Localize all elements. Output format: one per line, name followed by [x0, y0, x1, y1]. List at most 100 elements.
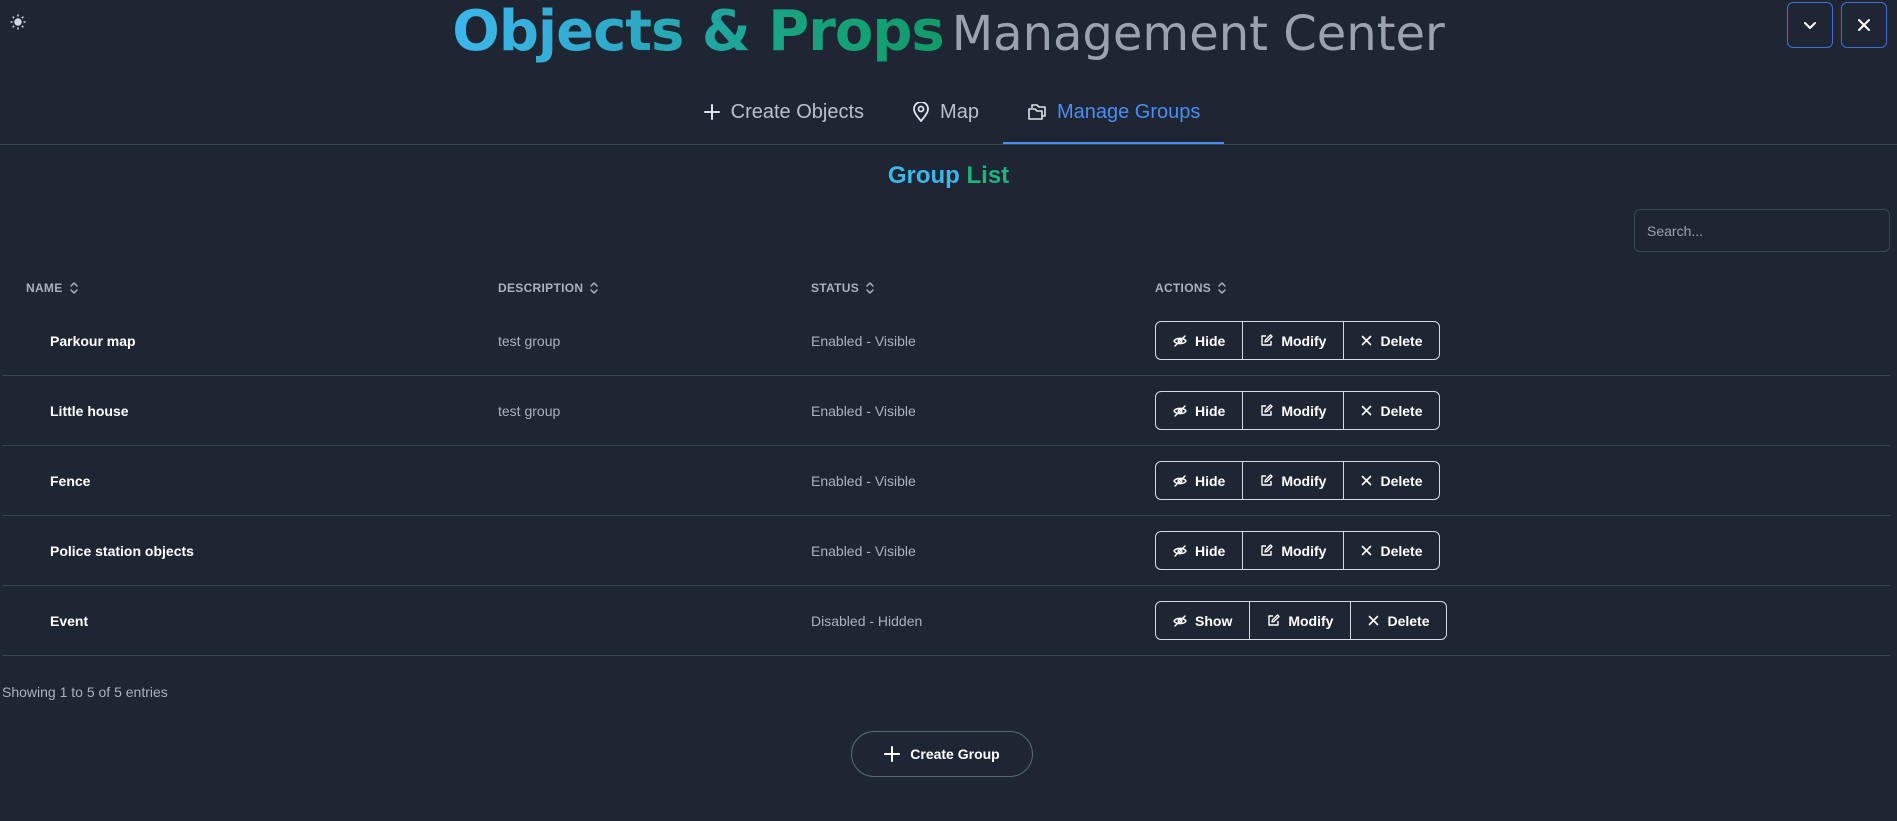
- tabs-divider: [0, 144, 1897, 145]
- search-input[interactable]: [1634, 209, 1890, 252]
- close-icon: [1855, 16, 1873, 34]
- delete-label: Delete: [1380, 542, 1423, 559]
- create-group-button[interactable]: Create Group: [851, 731, 1033, 777]
- eye-off-icon: [1173, 614, 1187, 627]
- sort-icon: [69, 281, 79, 295]
- row-actions: Hide Modify Delete: [1155, 531, 1890, 570]
- edit-icon: [1260, 334, 1274, 347]
- sort-icon: [589, 281, 599, 295]
- delete-button[interactable]: Delete: [1344, 392, 1439, 429]
- close-icon: [1361, 475, 1372, 486]
- row-actions: Hide Modify Delete: [1155, 391, 1890, 430]
- group-status: Enabled - Visible: [811, 542, 916, 559]
- title-main: Objects & Props: [452, 0, 945, 64]
- toggle-visibility-button[interactable]: Show: [1156, 602, 1251, 639]
- modify-label: Modify: [1281, 472, 1327, 489]
- table-row: Police station objects Enabled - Visible H…: [2, 516, 1890, 586]
- group-name: Fence: [50, 472, 91, 489]
- group-name: Parkour map: [50, 332, 136, 349]
- group-status: Disabled - Hidden: [811, 612, 923, 629]
- header-name-label: NAME: [26, 281, 63, 295]
- group-status: Enabled - Visible: [811, 472, 916, 489]
- close-button[interactable]: [1841, 2, 1887, 48]
- tab-map[interactable]: Map: [888, 80, 1003, 144]
- delete-button[interactable]: Delete: [1344, 532, 1439, 569]
- modify-button[interactable]: Modify: [1250, 602, 1352, 639]
- header-actions-label: ACTIONS: [1155, 281, 1212, 295]
- toggle-visibility-button[interactable]: Hide: [1156, 532, 1244, 569]
- tab-manage-groups[interactable]: Manage Groups: [1002, 80, 1225, 144]
- delete-label: Delete: [1380, 332, 1423, 349]
- close-icon: [1361, 405, 1372, 416]
- toggle-label: Hide: [1195, 472, 1226, 489]
- header-description[interactable]: DESCRIPTION: [498, 281, 811, 295]
- groups-table: NAME DESCRIPTION STATUS ACTIONS Parkour …: [2, 270, 1890, 656]
- eye-off-icon: [1173, 334, 1187, 347]
- header-name[interactable]: NAME: [2, 281, 498, 295]
- delete-label: Delete: [1387, 612, 1430, 629]
- folders-icon: [1027, 103, 1047, 121]
- delete-label: Delete: [1380, 472, 1423, 489]
- toggle-visibility-button[interactable]: Hide: [1156, 322, 1244, 359]
- close-icon: [1361, 335, 1372, 346]
- modify-label: Modify: [1281, 402, 1327, 419]
- delete-button[interactable]: Delete: [1351, 602, 1446, 639]
- plus-icon: [703, 103, 721, 121]
- modify-button[interactable]: Modify: [1243, 462, 1345, 499]
- delete-button[interactable]: Delete: [1344, 322, 1439, 359]
- tab-create-objects[interactable]: Create Objects: [679, 80, 888, 144]
- edit-icon: [1260, 404, 1274, 417]
- row-actions: Hide Modify Delete: [1155, 321, 1890, 360]
- close-icon: [1361, 545, 1372, 556]
- window-controls: [1787, 2, 1887, 48]
- header-actions[interactable]: ACTIONS: [1155, 281, 1890, 295]
- section-title-b: List: [966, 162, 1010, 189]
- modify-label: Modify: [1288, 612, 1334, 629]
- eye-off-icon: [1173, 404, 1187, 417]
- toggle-visibility-button[interactable]: Hide: [1156, 392, 1244, 429]
- tab-label: Map: [940, 100, 979, 123]
- sort-icon: [865, 281, 875, 295]
- section-title: Group List: [0, 162, 1897, 190]
- edit-icon: [1267, 614, 1281, 627]
- group-name: Little house: [50, 402, 129, 419]
- delete-button[interactable]: Delete: [1344, 462, 1439, 499]
- close-icon: [1368, 615, 1379, 626]
- group-description: test group: [498, 402, 561, 419]
- table-row: Fence Enabled - Visible Hide Modify Delete: [2, 446, 1890, 516]
- table-row: Parkour map test group Enabled - Visible Hi…: [2, 306, 1890, 376]
- action-button-group: Show Modify Delete: [1155, 601, 1448, 640]
- group-status: Enabled - Visible: [811, 332, 916, 349]
- tab-label: Manage Groups: [1056, 100, 1201, 123]
- modify-button[interactable]: Modify: [1243, 392, 1345, 429]
- table-row: Event Disabled - Hidden Show Modify Delete: [2, 586, 1890, 656]
- page-title: Objects & Props Management Center: [0, 0, 1897, 64]
- tab-label: Create Objects: [730, 100, 865, 123]
- action-button-group: Hide Modify Delete: [1155, 461, 1441, 500]
- table-info: Showing 1 to 5 of 5 entries: [2, 684, 168, 700]
- chevron-down-icon: [1801, 16, 1819, 34]
- section-title-a: Group: [887, 162, 960, 189]
- group-description: test group: [498, 332, 561, 349]
- table-row: Little house test group Enabled - Visible H…: [2, 376, 1890, 446]
- toggle-visibility-button[interactable]: Hide: [1156, 462, 1244, 499]
- plus-icon: [884, 746, 901, 762]
- header-description-label: DESCRIPTION: [498, 281, 584, 295]
- row-actions: Show Modify Delete: [1155, 601, 1890, 640]
- edit-icon: [1260, 544, 1274, 557]
- header-status[interactable]: STATUS: [811, 281, 1155, 295]
- modify-button[interactable]: Modify: [1243, 322, 1345, 359]
- modify-button[interactable]: Modify: [1243, 532, 1345, 569]
- edit-icon: [1260, 474, 1274, 487]
- toggle-label: Hide: [1195, 542, 1226, 559]
- eye-off-icon: [1173, 474, 1187, 487]
- minimize-button[interactable]: [1787, 2, 1833, 48]
- group-name: Police station objects: [50, 542, 194, 559]
- main-tabs: Create Objects Map Manage Groups: [0, 80, 1897, 144]
- table-header: NAME DESCRIPTION STATUS ACTIONS: [2, 270, 1890, 306]
- eye-off-icon: [1173, 544, 1187, 557]
- header-status-label: STATUS: [811, 281, 860, 295]
- title-sub: Management Center: [951, 6, 1445, 62]
- delete-label: Delete: [1380, 402, 1423, 419]
- group-name: Event: [50, 612, 89, 629]
